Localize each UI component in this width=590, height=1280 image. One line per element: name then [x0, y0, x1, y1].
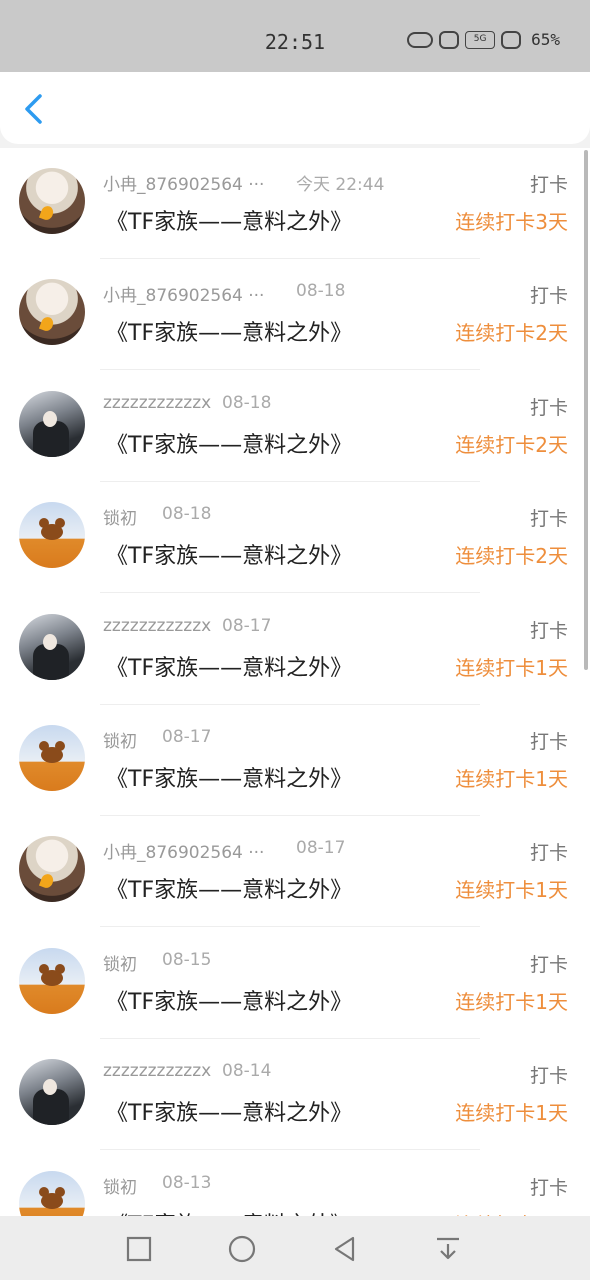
book-title: 《TF家族——意料之外》	[106, 432, 353, 458]
home-icon	[228, 1235, 256, 1263]
home-button[interactable]	[225, 1232, 259, 1266]
checkin-tag: 打卡	[529, 1176, 568, 1199]
checkin-row[interactable]: 锁初 08-18 打卡《TF家族——意料之外》 连续打卡2天	[0, 482, 590, 594]
checkin-row[interactable]: zzzzzzzzzzzx 08-18 打卡《TF家族——意料之外》 连续打卡2天	[0, 371, 590, 482]
header-bar	[0, 72, 590, 144]
avatar[interactable]	[19, 502, 85, 569]
sticker-bunny-icon	[501, 30, 522, 49]
streak-label: 连续打卡3天	[455, 210, 568, 234]
post-date: 今天 22:44	[296, 175, 385, 195]
avatar[interactable]	[19, 168, 85, 234]
battery-level: 65%	[531, 30, 560, 49]
network-icon: 5G	[465, 30, 496, 49]
streak-label: 连续打卡2天	[455, 321, 568, 346]
book-title: 《TF家族——意料之外》	[106, 1207, 352, 1216]
scrollbar[interactable]	[584, 150, 588, 670]
book-title: 《TF家族——意料之外》	[106, 544, 353, 570]
avatar[interactable]	[19, 836, 85, 903]
avatar[interactable]	[19, 1059, 85, 1126]
checkin-row[interactable]: 锁初 08-15 打卡《TF家族——意料之外》 连续打卡1天	[0, 928, 590, 1039]
username[interactable]: zzzzzzzzzzzx	[103, 616, 211, 636]
streak-label: 连续打卡1天	[455, 655, 568, 680]
username[interactable]: zzzzzzzzzzzx	[103, 1061, 211, 1081]
checkin-row[interactable]: zzzzzzzzzzzx 08-14 打卡《TF家族——意料之外》 连续打卡1天	[0, 1039, 590, 1151]
back-nav-button[interactable]	[328, 1232, 362, 1266]
checkin-tag: 打卡	[529, 731, 568, 753]
post-date: 08-14	[222, 1061, 272, 1082]
streak-label: 连续打卡2天	[455, 544, 568, 569]
notification-button[interactable]	[431, 1232, 465, 1266]
recent-apps-button[interactable]	[122, 1232, 156, 1266]
streak-label: 连续打卡2天	[455, 432, 568, 457]
chevron-left-icon	[25, 94, 42, 124]
post-date: 08-18	[162, 504, 212, 525]
username[interactable]: 锁初	[103, 1173, 137, 1198]
username[interactable]: 锁初	[103, 950, 137, 975]
username[interactable]: 锁初	[103, 727, 137, 752]
checkin-row[interactable]: 锁初 08-13 打卡《TF家族——意料之外》 连续打卡1天	[0, 1151, 590, 1216]
checkin-row[interactable]: 小冉_876902564 ··· 08-17 打卡《TF家族——意料之外》 连续打卡1…	[0, 816, 590, 928]
checkin-tag: 打卡	[529, 619, 568, 642]
back-button[interactable]	[18, 92, 50, 126]
post-date: 08-13	[162, 1172, 212, 1193]
avatar[interactable]	[19, 613, 85, 680]
checkin-tag: 打卡	[529, 842, 568, 865]
streak-label: 连续打卡1天	[455, 1101, 568, 1126]
book-title: 《TF家族——意料之外》	[106, 321, 353, 347]
streak-label: 连续打卡1天	[455, 989, 568, 1014]
checkin-tag: 打卡	[529, 953, 568, 976]
checkin-tag: 打卡	[529, 508, 568, 531]
system-nav-bar	[0, 1216, 590, 1280]
post-date: 08-15	[162, 949, 212, 970]
checkin-row[interactable]: 小冉_876902564 ··· 今天 22:44 打卡《TF家族——意料之外》 连续…	[0, 148, 590, 259]
avatar[interactable]	[19, 390, 85, 457]
post-date: 08-18	[296, 281, 346, 302]
checkin-row[interactable]: 锁初 08-17 打卡《TF家族——意料之外》 连续打卡1天	[0, 705, 590, 816]
checkin-tag: 打卡	[529, 285, 568, 308]
post-date: 08-17	[296, 838, 346, 859]
avatar[interactable]	[19, 279, 85, 346]
status-icons: 5G 65%	[407, 30, 560, 49]
book-title: 《TF家族——意料之外》	[106, 655, 353, 681]
recent-apps-icon	[126, 1236, 152, 1262]
notification-pull-icon	[437, 1237, 459, 1260]
checkin-row[interactable]: zzzzzzzzzzzx 08-17 打卡《TF家族——意料之外》 连续打卡1天	[0, 594, 590, 705]
username[interactable]: 小冉_876902564 ···	[103, 281, 264, 306]
back-triangle-icon	[334, 1236, 355, 1262]
streak-label: 连续打卡1天	[455, 1209, 568, 1216]
checkin-tag: 打卡	[529, 174, 568, 196]
checkin-tag: 打卡	[529, 396, 568, 419]
checkin-tag: 打卡	[529, 1065, 568, 1088]
book-title: 《TF家族——意料之外》	[106, 878, 353, 904]
username[interactable]: 锁初	[103, 504, 137, 529]
post-date: 08-17	[222, 615, 272, 636]
checkin-list: 小冉_876902564 ··· 今天 22:44 打卡 《TF家族——意料之外》 连续…	[0, 148, 590, 1216]
username[interactable]: 小冉_876902564 ···	[103, 838, 264, 863]
book-title: 《TF家族——意料之外》	[106, 989, 353, 1015]
streak-label: 连续打卡1天	[455, 767, 568, 791]
post-date: 08-17	[162, 727, 212, 747]
vpn-icon	[407, 31, 434, 48]
book-title: 《TF家族——意料之外》	[106, 1101, 353, 1127]
avatar[interactable]	[19, 725, 85, 791]
streak-label: 连续打卡1天	[455, 878, 568, 903]
post-date: 08-18	[222, 392, 272, 413]
avatar[interactable]	[19, 947, 85, 1014]
avatar[interactable]	[19, 1170, 85, 1216]
sticker-icon	[439, 30, 460, 49]
checkin-row[interactable]: 小冉_876902564 ··· 08-18 打卡《TF家族——意料之外》 连续打卡2…	[0, 259, 590, 371]
book-title: 《TF家族——意料之外》	[106, 767, 353, 792]
username[interactable]: 小冉_876902564 ···	[103, 170, 264, 195]
username[interactable]: zzzzzzzzzzzx	[103, 393, 211, 413]
status-bar: 22:51 5G 65%	[0, 0, 590, 72]
book-title: 《TF家族——意料之外》	[106, 210, 353, 235]
